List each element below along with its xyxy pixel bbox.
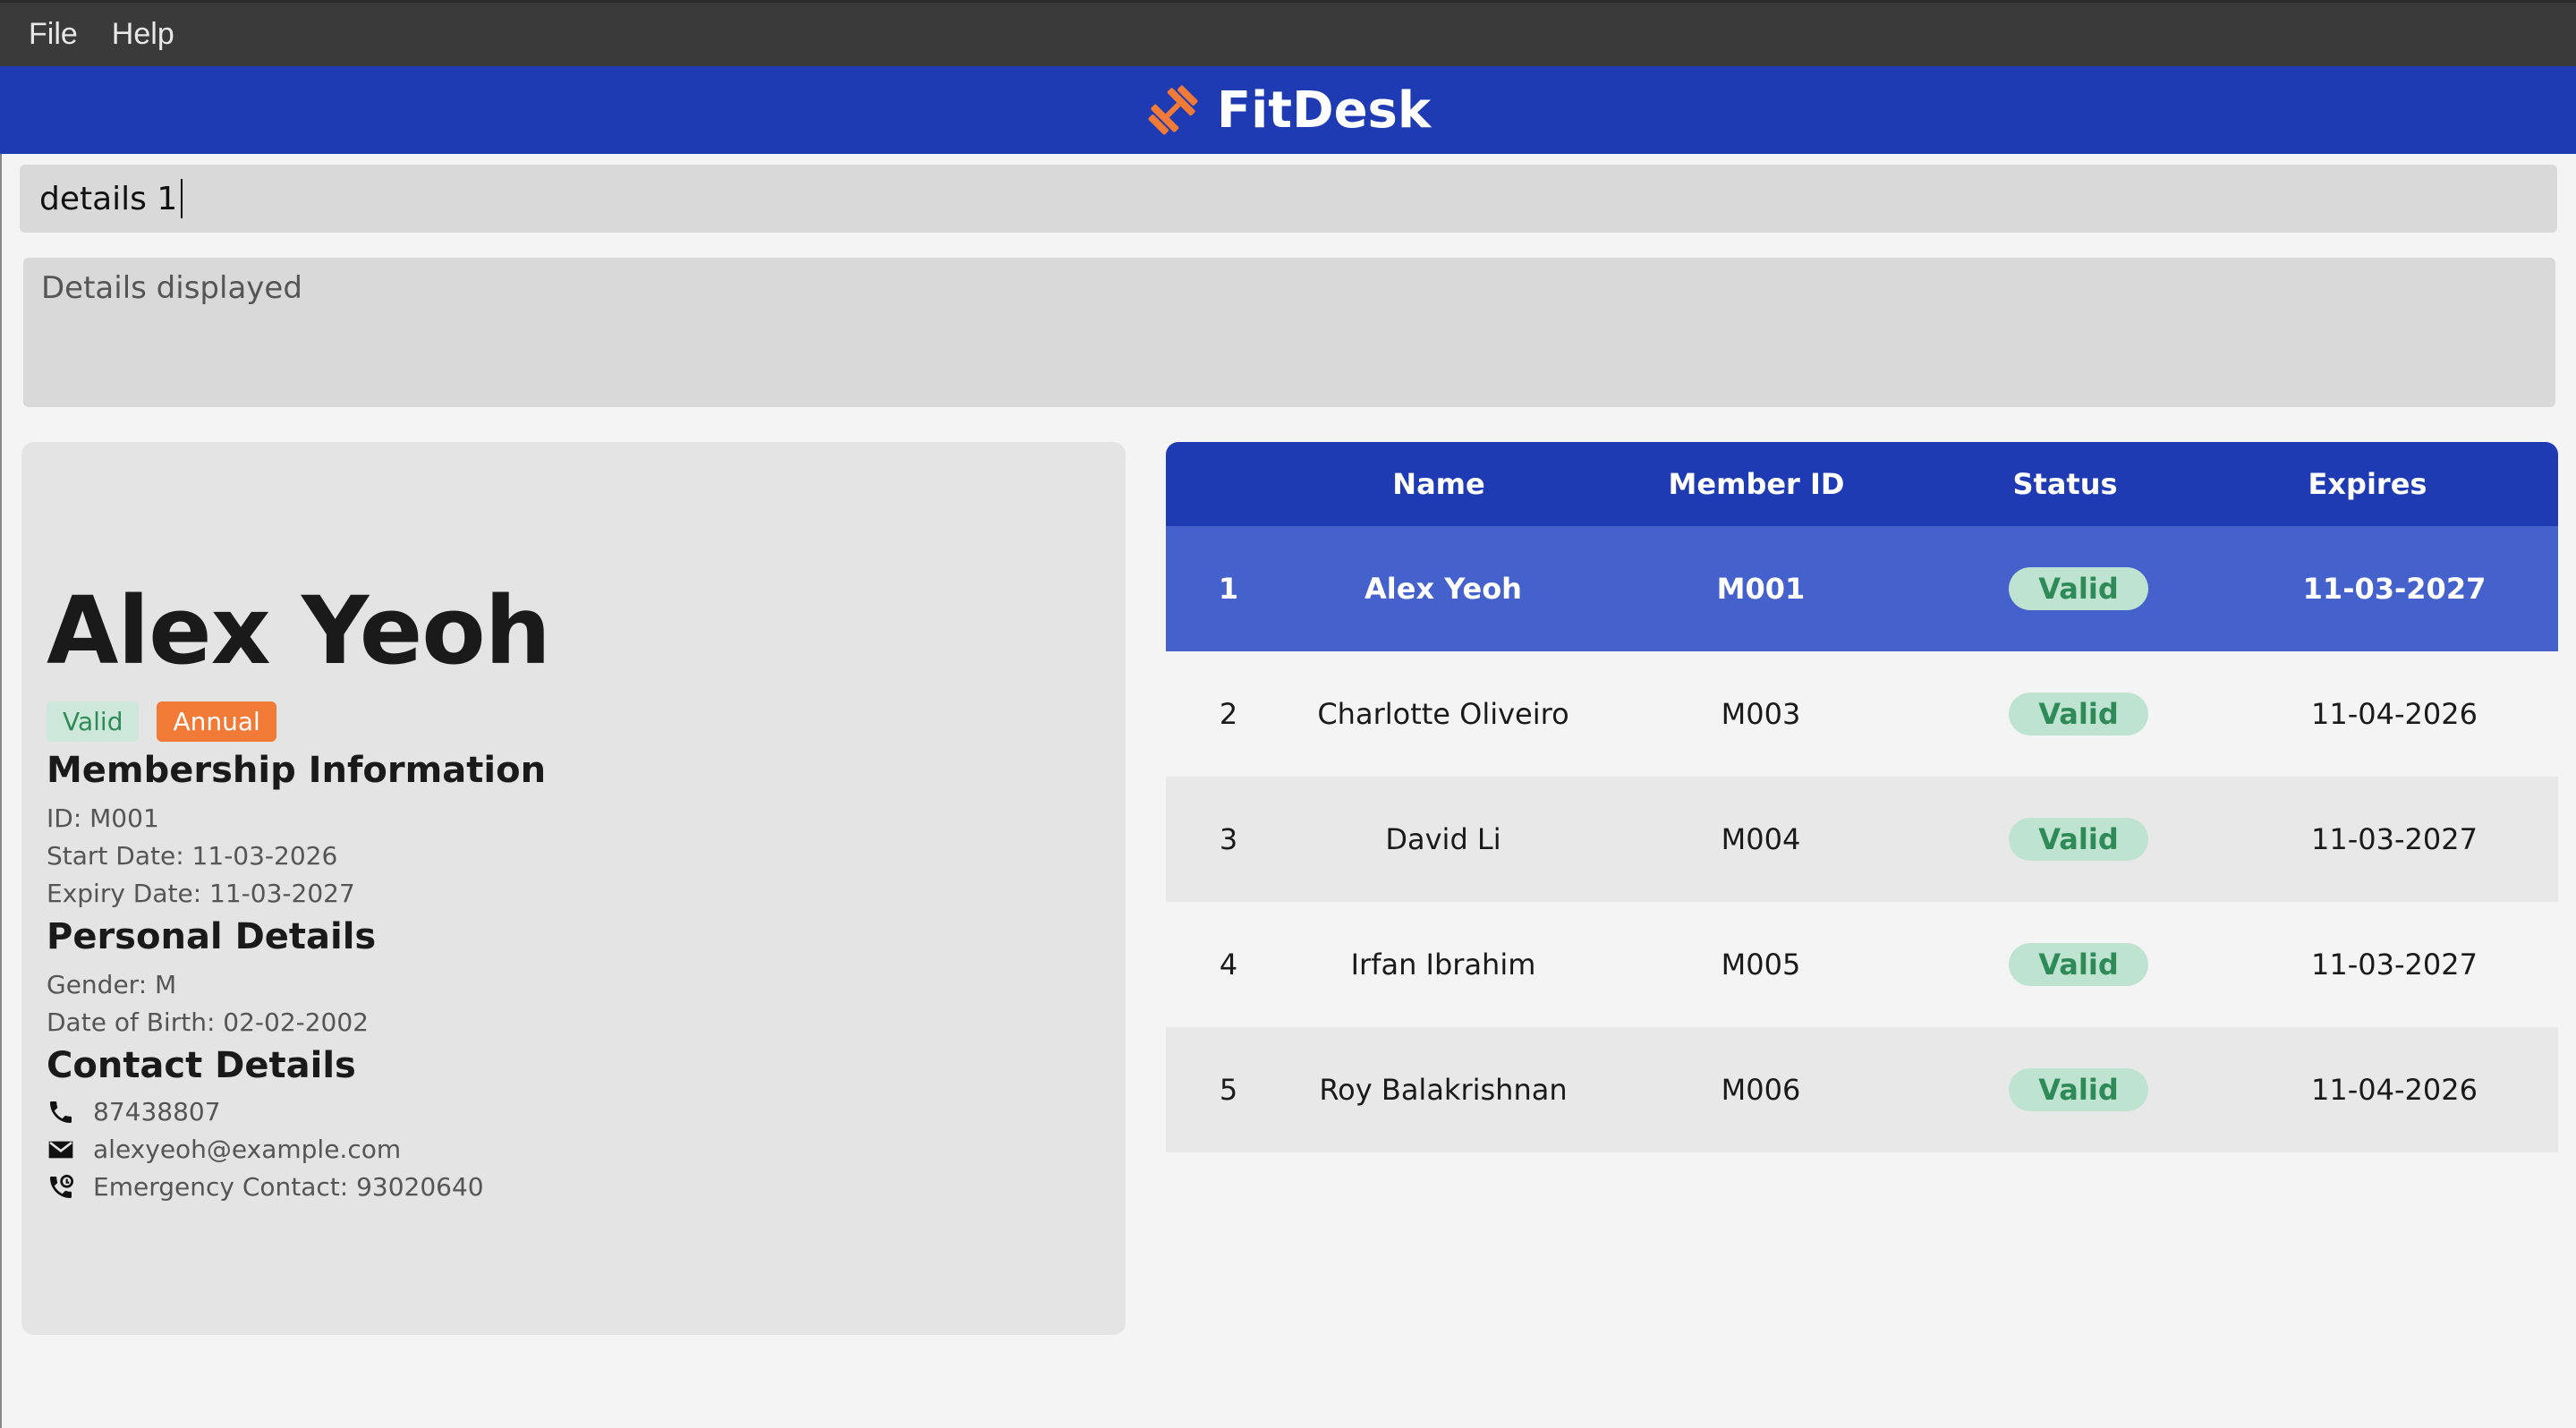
row-name: Roy Balakrishnan [1319, 1073, 1568, 1107]
table-header: Name Member ID Status Expires [1166, 442, 2558, 526]
member-table: Name Member ID Status Expires 1 Alex Yeo… [1166, 442, 2558, 1152]
status-tag: Valid [47, 701, 140, 742]
header-name[interactable]: Name [1291, 467, 1586, 501]
emergency-phone-icon [50, 1174, 73, 1198]
phone-text: 87438807 [93, 1097, 221, 1126]
text-caret [181, 179, 183, 218]
row-expires: 11-04-2026 [2311, 697, 2478, 731]
status-badge: Valid [2009, 1068, 2148, 1111]
command-text: details 1 [39, 180, 178, 217]
header-status[interactable]: Status [1926, 467, 2204, 501]
member-name: Alex Yeoh [47, 576, 551, 685]
row-name: Charlotte Oliveiro [1317, 697, 1569, 731]
row-status: Valid [1926, 943, 2231, 986]
member-detail-panel: Alex Yeoh Valid Annual Membership Inform… [21, 442, 1126, 1335]
status-badge: Valid [2009, 943, 2148, 986]
emergency-line: Emergency Contact: 93020640 [47, 1172, 484, 1202]
command-input[interactable]: details 1 [20, 165, 2557, 233]
envelope-icon [48, 1141, 73, 1158]
personal-heading: Personal Details [47, 916, 377, 957]
status-badge: Valid [2009, 818, 2148, 861]
row-index: 5 [1219, 1073, 1238, 1107]
row-index: 1 [1218, 572, 1239, 606]
row-expires: 11-03-2027 [2302, 572, 2487, 606]
status-badge: Valid [2009, 693, 2148, 735]
membership-heading: Membership Information [47, 750, 547, 791]
phone-line: 87438807 [47, 1097, 221, 1126]
row-index: 2 [1219, 697, 1238, 731]
contact-heading: Contact Details [47, 1045, 356, 1086]
result-display: Details displayed [23, 258, 2555, 407]
gender-line: Gender: M [47, 970, 177, 999]
email-line: alexyeoh@example.com [47, 1135, 401, 1164]
row-status: Valid [1926, 567, 2231, 610]
row-member-id: M001 [1716, 572, 1806, 606]
header-member-id[interactable]: Member ID [1586, 467, 1926, 501]
brand-bar: FitDesk [0, 66, 2576, 154]
table-row[interactable]: 3 David Li M004 Valid 11-03-2027 [1166, 777, 2558, 902]
app-title: FitDesk [1216, 81, 1432, 140]
row-expires: 11-03-2027 [2311, 948, 2478, 982]
emergency-text: Emergency Contact: 93020640 [93, 1172, 484, 1202]
table-row[interactable]: 5 Roy Balakrishnan M006 Valid 11-04-2026 [1166, 1027, 2558, 1152]
row-member-id: M006 [1721, 1073, 1801, 1107]
row-member-id: M005 [1721, 948, 1801, 982]
table-row[interactable]: 4 Irfan Ibrahim M005 Valid 11-03-2027 [1166, 902, 2558, 1027]
expiry-date-line: Expiry Date: 11-03-2027 [47, 879, 355, 908]
phone-icon [50, 1101, 72, 1123]
email-text: alexyeoh@example.com [93, 1135, 402, 1164]
start-date-line: Start Date: 11-03-2026 [47, 841, 338, 871]
row-status: Valid [1926, 693, 2231, 735]
menu-bar: File Help [0, 0, 2576, 66]
row-index: 4 [1219, 948, 1238, 982]
row-expires: 11-04-2026 [2311, 1073, 2478, 1107]
member-id-line: ID: M001 [47, 803, 159, 833]
result-text: Details displayed [41, 270, 302, 306]
window-edge [0, 66, 2, 1428]
dob-line: Date of Birth: 02-02-2002 [47, 1007, 369, 1037]
row-member-id: M003 [1721, 697, 1801, 731]
table-row[interactable]: 2 Charlotte Oliveiro M003 Valid 11-04-20… [1166, 651, 2558, 777]
menu-help[interactable]: Help [112, 17, 174, 52]
row-status: Valid [1926, 1068, 2231, 1111]
row-name: Alex Yeoh [1365, 572, 1522, 606]
member-tags: Valid Annual [47, 701, 294, 742]
row-status: Valid [1926, 818, 2231, 861]
menu-file[interactable]: File [29, 17, 78, 52]
row-index: 3 [1219, 822, 1238, 856]
row-name: David Li [1385, 822, 1501, 856]
plan-tag: Annual [157, 701, 276, 742]
status-badge: Valid [2009, 567, 2148, 610]
header-expires[interactable]: Expires [2204, 467, 2531, 501]
row-expires: 11-03-2027 [2311, 822, 2478, 856]
table-row[interactable]: 1 Alex Yeoh M001 Valid 11-03-2027 [1166, 526, 2558, 651]
row-member-id: M004 [1721, 822, 1801, 856]
row-name: Irfan Ibrahim [1350, 948, 1536, 982]
dumbbell-icon [1148, 85, 1198, 135]
